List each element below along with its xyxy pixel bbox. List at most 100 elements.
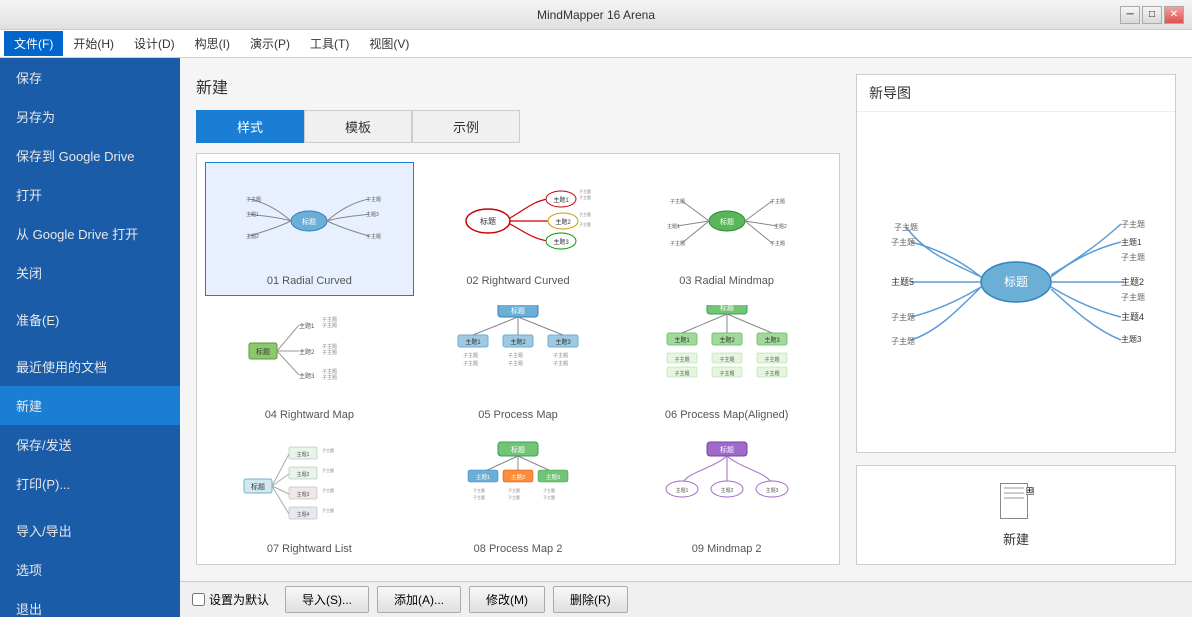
svg-text:主题1: 主题1: [553, 196, 569, 204]
menu-construct[interactable]: 构思(I): [185, 31, 240, 56]
svg-text:子主题: 子主题: [1121, 292, 1145, 302]
template-item-9[interactable]: 标题 主题1 主题2 主题3: [622, 430, 831, 564]
template-item-4[interactable]: 标题 主题1 主题2 主题3 子主题 子主题 子主题: [205, 296, 414, 430]
template-svg-5: 标题 主题1 主题2 主题3: [443, 305, 593, 405]
svg-text:子主题: 子主题: [1121, 252, 1145, 262]
sidebar-item-close[interactable]: 关闭: [0, 253, 180, 292]
template-item-7[interactable]: 标题 主题1 主题2 主题: [205, 430, 414, 564]
template-grid-container: 标题 子主题 主题1 主题2: [196, 153, 840, 565]
minimize-button[interactable]: ─: [1120, 6, 1140, 24]
svg-text:主题3: 主题3: [297, 491, 310, 498]
tab-example[interactable]: 示例: [412, 110, 520, 143]
app-title: MindMapper 16 Arena: [537, 8, 655, 22]
template-grid: 标题 子主题 主题1 主题2: [197, 154, 839, 564]
template-item-1[interactable]: 标题 子主题 主题1 主题2: [205, 162, 414, 296]
delete-button[interactable]: 删除(R): [553, 586, 628, 613]
svg-text:标题: 标题: [302, 217, 316, 226]
menu-design[interactable]: 设计(D): [124, 31, 185, 56]
template-label-7: 07 Rightward List: [267, 543, 352, 555]
svg-text:子主题: 子主题: [770, 240, 785, 247]
template-label-2: 02 Rightward Curved: [466, 275, 569, 287]
svg-text:子主题: 子主题: [891, 237, 915, 247]
modify-button[interactable]: 修改(M): [469, 586, 545, 613]
sidebar-item-save-send[interactable]: 保存/发送: [0, 425, 180, 464]
svg-text:主题3: 主题3: [366, 211, 379, 218]
template-item-3[interactable]: 标题 子主题 主题1 子主题: [622, 162, 831, 296]
svg-text:标题: 标题: [251, 482, 265, 491]
svg-text:主题1: 主题1: [667, 223, 680, 230]
menu-bar: 文件(F) 开始(H) 设计(D) 构思(I) 演示(P) 工具(T) 视图(V…: [0, 30, 1192, 58]
sidebar-item-save-as[interactable]: 另存为: [0, 97, 180, 136]
close-button[interactable]: ✕: [1164, 6, 1184, 24]
svg-text:子主题: 子主题: [473, 487, 485, 493]
template-item-5[interactable]: 标题 主题1 主题2 主题3: [414, 296, 623, 430]
default-checkbox[interactable]: [192, 593, 205, 606]
template-item-8[interactable]: 标题 主题1 主题2 主题3: [414, 430, 623, 564]
sidebar-item-exit[interactable]: 退出: [0, 589, 180, 617]
sidebar: 保存 另存为 保存到 Google Drive 打开 从 Google Driv…: [0, 58, 180, 617]
svg-text:标题: 标题: [511, 445, 525, 454]
sidebar-item-recent[interactable]: 最近使用的文档: [0, 347, 180, 386]
main-layout: 保存 另存为 保存到 Google Drive 打开 从 Google Driv…: [0, 58, 1192, 617]
sidebar-item-prepare[interactable]: 准备(E): [0, 300, 180, 339]
new-file-icon: ⊞: [1000, 483, 1032, 523]
content-inner: 新建 样式 模板 示例: [180, 58, 1192, 581]
svg-text:主题1: 主题1: [246, 211, 259, 218]
template-item-2[interactable]: 标题 主题1 主题2 主题: [414, 162, 623, 296]
menu-tools[interactable]: 工具(T): [300, 31, 359, 56]
tab-style[interactable]: 样式: [196, 110, 304, 143]
svg-text:子主题: 子主题: [322, 447, 334, 453]
import-button[interactable]: 导入(S)...: [285, 586, 369, 613]
svg-text:子主题: 子主题: [322, 467, 334, 473]
sidebar-item-print[interactable]: 打印(P)...: [0, 464, 180, 503]
template-label-6: 06 Process Map(Aligned): [665, 409, 789, 421]
sidebar-item-new[interactable]: 新建: [0, 386, 180, 425]
svg-text:子主题: 子主题: [463, 352, 478, 359]
sidebar-item-options[interactable]: 选项: [0, 550, 180, 589]
maximize-button[interactable]: □: [1142, 6, 1162, 24]
menu-file[interactable]: 文件(F): [4, 31, 63, 56]
template-item-6[interactable]: 标题 主题1 主题2 主题3: [622, 296, 831, 430]
svg-text:主题2: 主题2: [511, 473, 525, 481]
template-label-3: 03 Radial Mindmap: [679, 275, 774, 287]
svg-text:子主题: 子主题: [674, 356, 689, 363]
bottom-bar: 设置为默认 导入(S)... 添加(A)... 修改(M) 删除(R): [180, 581, 1192, 617]
template-preview-5: 标题 主题1 主题2 主题3: [443, 305, 593, 405]
menu-start[interactable]: 开始(H): [63, 31, 124, 56]
svg-text:子主题: 子主题: [322, 316, 337, 323]
new-section: 新建 样式 模板 示例: [196, 74, 840, 565]
sidebar-item-open-google[interactable]: 从 Google Drive 打开: [0, 214, 180, 253]
menu-view[interactable]: 视图(V): [359, 31, 419, 56]
svg-text:子主题: 子主题: [246, 196, 261, 203]
svg-text:标题: 标题: [1004, 275, 1028, 289]
window-controls: ─ □ ✕: [1120, 6, 1184, 24]
template-svg-7: 标题 主题1 主题2 主题: [234, 439, 384, 539]
svg-text:子主题: 子主题: [553, 360, 568, 367]
template-label-4: 04 Rightward Map: [265, 409, 354, 421]
svg-text:子主题: 子主题: [579, 221, 591, 227]
sidebar-item-save-google[interactable]: 保存到 Google Drive: [0, 136, 180, 175]
menu-demo[interactable]: 演示(P): [240, 31, 300, 56]
sidebar-item-open[interactable]: 打开: [0, 175, 180, 214]
svg-text:主题3: 主题3: [553, 238, 569, 246]
default-checkbox-label[interactable]: 设置为默认: [192, 591, 269, 608]
template-label-9: 09 Mindmap 2: [692, 543, 762, 555]
new-file-panel[interactable]: ⊞ 新建: [856, 465, 1176, 565]
template-label-5: 05 Process Map: [478, 409, 557, 421]
svg-text:子主题: 子主题: [366, 196, 381, 203]
svg-text:子主题: 子主题: [891, 312, 915, 322]
template-preview-8: 标题 主题1 主题2 主题3: [443, 439, 593, 539]
template-preview-3: 标题 子主题 主题1 子主题: [652, 171, 802, 271]
sidebar-item-save[interactable]: 保存: [0, 58, 180, 97]
svg-text:子主题: 子主题: [508, 360, 523, 367]
svg-text:子主题: 子主题: [543, 494, 555, 500]
svg-text:子主题: 子主题: [366, 233, 381, 240]
svg-text:子主题: 子主题: [463, 360, 478, 367]
tab-template[interactable]: 模板: [304, 110, 412, 143]
svg-text:标题: 标题: [720, 217, 734, 226]
template-preview-4: 标题 主题1 主题2 主题3 子主题 子主题 子主题: [234, 305, 384, 405]
add-button[interactable]: 添加(A)...: [377, 586, 461, 613]
svg-text:子主题: 子主题: [719, 356, 734, 363]
svg-text:主题2: 主题2: [774, 223, 787, 230]
sidebar-item-import-export[interactable]: 导入/导出: [0, 511, 180, 550]
